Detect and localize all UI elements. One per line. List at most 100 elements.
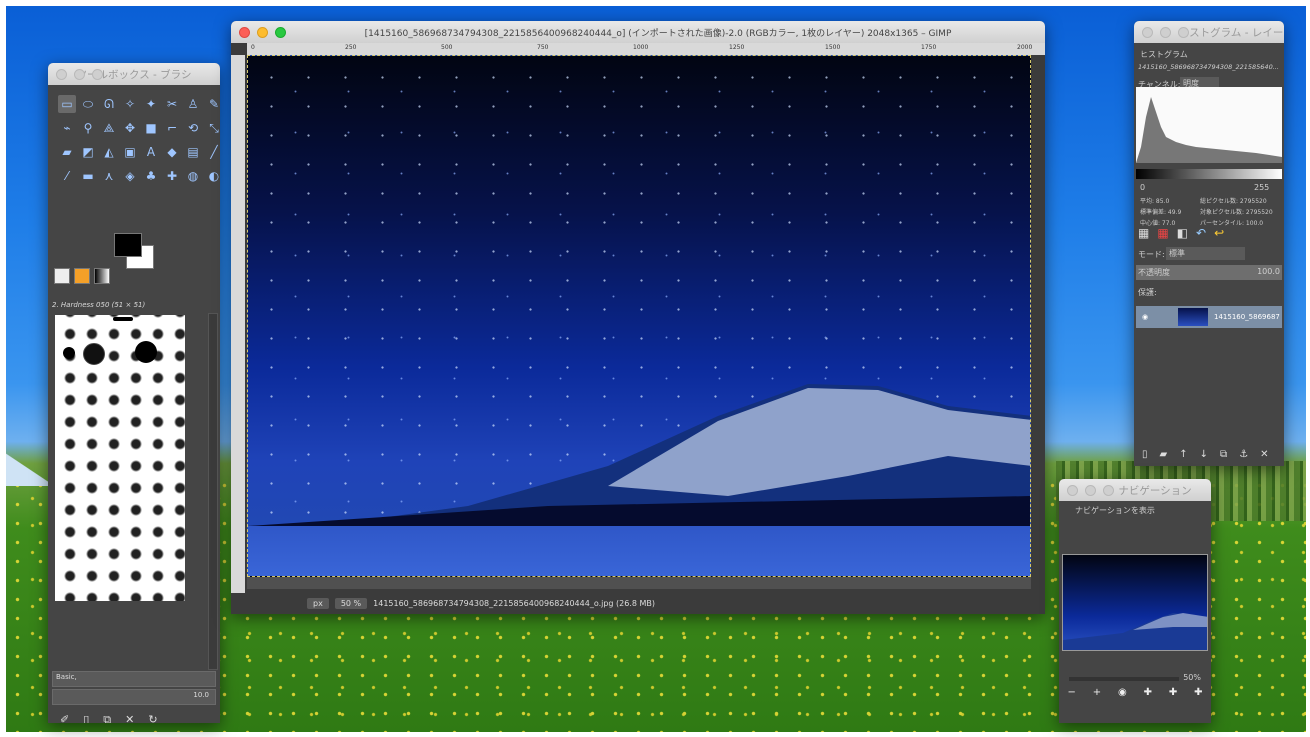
gradients-tab[interactable] [94, 268, 110, 284]
move-tool-icon[interactable]: ✥ [121, 119, 139, 137]
brush-item-selected[interactable] [83, 343, 105, 365]
brush-item[interactable] [63, 347, 75, 359]
minimize-button[interactable] [257, 27, 268, 38]
fg-bg-colors[interactable] [110, 233, 160, 271]
zoom-tool-icon[interactable]: ⚲ [79, 119, 97, 137]
range-max[interactable]: 255 [1254, 183, 1269, 192]
shear-tool-icon[interactable]: ▰ [58, 143, 76, 161]
fill-window-icon[interactable]: ✚ [1169, 687, 1177, 698]
histogram-tab[interactable]: ヒストグラム [1140, 49, 1188, 60]
vertical-ruler[interactable] [231, 55, 245, 595]
new-brush-icon[interactable]: ▯ [83, 713, 89, 723]
zoom-button[interactable] [275, 27, 286, 38]
perspective-tool-icon[interactable]: ◩ [79, 143, 97, 161]
ellipse-select-tool-icon[interactable]: ⬭ [79, 95, 97, 113]
brush-preset-field[interactable]: Basic, [52, 671, 216, 687]
brushes-tab[interactable] [74, 268, 90, 284]
image-titlebar[interactable]: [1415160_586968734794308_221585640096824… [231, 21, 1045, 43]
navigation-titlebar[interactable]: ナビゲーション [1059, 479, 1211, 501]
smudge-tool-icon[interactable]: ◍ [184, 167, 202, 185]
rotate-tool-icon[interactable]: ⟲ [184, 119, 202, 137]
crop-tool-icon[interactable]: ⌐ [163, 119, 181, 137]
foreground-select-tool-icon[interactable]: ♙ [184, 95, 202, 113]
text-tool-icon[interactable]: A [142, 143, 160, 161]
zoom-out-icon[interactable]: − [1067, 687, 1075, 698]
dodge-tool-icon[interactable]: ◐ [205, 167, 220, 185]
shrink-wrap-icon[interactable]: ✚ [1194, 687, 1202, 698]
zoom-1-1-icon[interactable]: ◉ [1118, 687, 1127, 698]
minimize-button[interactable] [1085, 485, 1096, 496]
brush-item[interactable] [135, 341, 157, 363]
new-layer-icon[interactable]: ▯ [1142, 449, 1148, 460]
visibility-eye-icon[interactable]: ◉ [1142, 313, 1148, 321]
horizontal-ruler[interactable]: 0 250 500 750 1000 1250 1500 1750 2000 [247, 43, 1045, 55]
zoom-in-icon[interactable]: + [1093, 687, 1101, 698]
brush-grid[interactable] [55, 315, 185, 601]
close-button[interactable] [56, 69, 67, 80]
scale-tool-icon[interactable]: ⤡ [205, 119, 220, 137]
free-select-tool-icon[interactable]: ᘏ [100, 95, 118, 113]
tool-options-tab[interactable] [54, 268, 70, 284]
layers-tab-icon[interactable]: ▦ [1138, 226, 1149, 240]
minimize-button[interactable] [1160, 27, 1171, 38]
anchor-layer-icon[interactable]: ⚓ [1239, 449, 1248, 460]
range-min[interactable]: 0 [1140, 183, 1145, 192]
delete-layer-icon[interactable]: ✕ [1260, 449, 1268, 460]
close-button[interactable] [1142, 27, 1153, 38]
cage-tool-icon[interactable]: ▣ [121, 143, 139, 161]
eraser-tool-icon[interactable]: ▬ [79, 167, 97, 185]
history-tab-icon[interactable]: ↩ [1214, 226, 1224, 240]
paths-tab-icon[interactable]: ◧ [1177, 226, 1188, 240]
color-picker-tool-icon[interactable]: ⌁ [58, 119, 76, 137]
duplicate-brush-icon[interactable]: ⧉ [103, 713, 111, 723]
horizontal-scrollbar[interactable] [247, 577, 1031, 589]
airbrush-tool-icon[interactable]: ⋏ [100, 167, 118, 185]
opacity-slider[interactable]: 不透明度 100.0 [1136, 265, 1282, 280]
spacing-field[interactable]: 10.0 [52, 689, 216, 705]
measure-tool-icon[interactable]: ⟁ [100, 119, 118, 137]
paintbrush-tool-icon[interactable]: ⁄ [58, 167, 76, 185]
toolbox-titlebar[interactable]: ツールボックス - ブラシ [48, 63, 220, 85]
raise-layer-icon[interactable]: ↑ [1179, 449, 1187, 460]
blend-tool-icon[interactable]: ▤ [184, 143, 202, 161]
duplicate-layer-icon[interactable]: ⧉ [1220, 449, 1227, 460]
pencil-tool-icon[interactable]: ╱ [205, 143, 220, 161]
bucket-fill-tool-icon[interactable]: ◆ [163, 143, 181, 161]
undo-tab-icon[interactable]: ↶ [1196, 226, 1206, 240]
fuzzy-select-tool-icon[interactable]: ✧ [121, 95, 139, 113]
zoom-button[interactable] [1103, 485, 1114, 496]
zoom-button[interactable] [1178, 27, 1189, 38]
brush-item[interactable] [113, 317, 133, 321]
ink-tool-icon[interactable]: ◈ [121, 167, 139, 185]
brush-scrollbar[interactable] [208, 313, 218, 670]
layer-row[interactable]: ◉ 1415160_5869687 [1136, 306, 1282, 328]
delete-brush-icon[interactable]: ✕ [125, 713, 134, 723]
unit-selector[interactable]: px [307, 598, 329, 609]
paths-tool-icon[interactable]: ✎ [205, 95, 220, 113]
lower-layer-icon[interactable]: ↓ [1200, 449, 1208, 460]
edit-brush-icon[interactable]: ✐ [60, 713, 69, 723]
close-button[interactable] [1067, 485, 1078, 496]
scissors-tool-icon[interactable]: ✂ [163, 95, 181, 113]
navigation-tab[interactable]: ナビゲーションを表示 [1075, 505, 1155, 516]
image-canvas[interactable] [247, 55, 1031, 577]
zoom-button[interactable] [92, 69, 103, 80]
mode-select[interactable]: 標準 [1166, 247, 1245, 260]
heal-tool-icon[interactable]: ✚ [163, 167, 181, 185]
navigation-preview[interactable] [1062, 554, 1208, 651]
foreground-color[interactable] [114, 233, 142, 257]
histogram-titlebar[interactable]: ヒストグラム - レイー [1134, 21, 1284, 43]
flip-tool-icon[interactable]: ◭ [100, 143, 118, 161]
navigation-zoom-slider[interactable] [1069, 677, 1179, 681]
channels-tab-icon[interactable]: ▦ [1157, 226, 1168, 240]
zoom-selector[interactable]: 50 % [334, 598, 368, 609]
color-select-tool-icon[interactable]: ✦ [142, 95, 160, 113]
minimize-button[interactable] [74, 69, 85, 80]
clone-tool-icon[interactable]: ♣ [142, 167, 160, 185]
close-button[interactable] [239, 27, 250, 38]
align-tool-icon[interactable]: ■ [142, 119, 160, 137]
refresh-brushes-icon[interactable]: ↻ [148, 713, 157, 723]
new-group-icon[interactable]: ▰ [1160, 449, 1168, 460]
fit-image-icon[interactable]: ✚ [1144, 687, 1152, 698]
rect-select-tool-icon[interactable]: ▭ [58, 95, 76, 113]
